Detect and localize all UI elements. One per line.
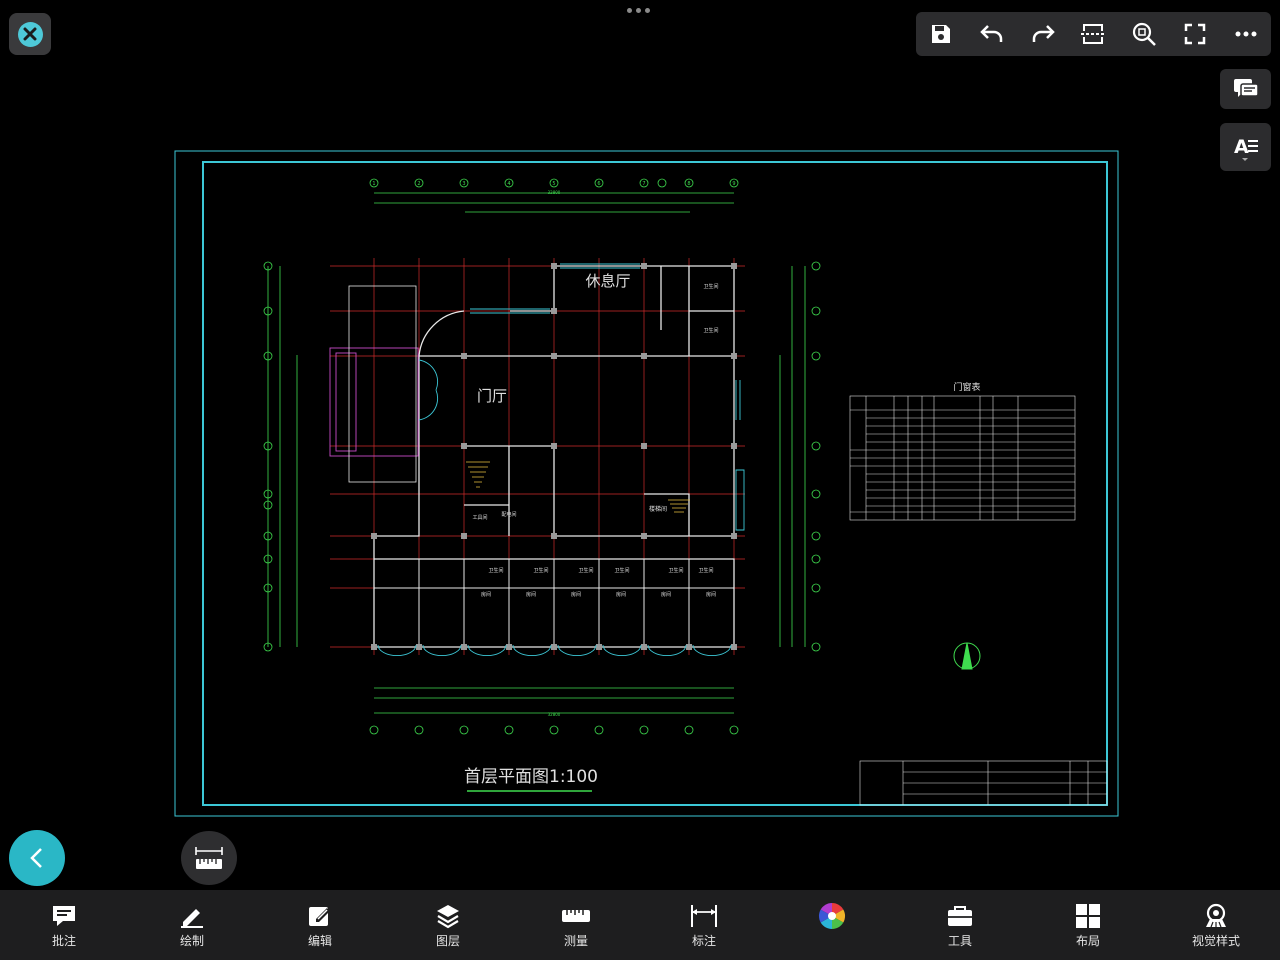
draw-button[interactable]: 绘制: [128, 890, 256, 960]
annotate-icon: [51, 902, 77, 930]
title-block: [859, 760, 1108, 806]
cad-drawing-canvas[interactable]: 1 2 3 4 5 6 7 8 9 32800 32800 休息厅 门厅 卫生间 卫生间 楼…: [0, 0, 1280, 960]
toolbox-icon: [946, 902, 974, 930]
svg-text:楼梯间: 楼梯间: [649, 505, 667, 513]
svg-text:房间: 房间: [481, 591, 491, 598]
svg-text:卫生间: 卫生间: [488, 567, 503, 574]
svg-text:1: 1: [372, 181, 375, 187]
svg-text:6: 6: [597, 181, 600, 187]
svg-text:工具间: 工具间: [472, 514, 487, 521]
svg-text:8: 8: [687, 181, 690, 187]
measure-icon: [561, 902, 591, 930]
door-window-table: [849, 395, 1076, 521]
svg-text:卫生间: 卫生间: [703, 283, 718, 290]
layers-icon: [435, 902, 461, 930]
svg-text:卫生间: 卫生间: [703, 327, 718, 334]
svg-text:房间: 房间: [526, 591, 536, 598]
room-label-lobby: 门厅: [477, 387, 507, 405]
dimension-button[interactable]: 标注: [640, 890, 768, 960]
svg-text:7: 7: [642, 181, 645, 187]
svg-text:9: 9: [732, 181, 735, 187]
annotate-button[interactable]: 批注: [0, 890, 128, 960]
svg-text:4: 4: [507, 181, 510, 187]
svg-text:3: 3: [462, 181, 465, 187]
svg-text:房间: 房间: [616, 591, 626, 598]
door-window-table-title: 门窗表: [953, 381, 980, 393]
visual-style-icon: [1202, 902, 1230, 930]
north-arrow-icon: [953, 642, 981, 670]
svg-text:卫生间: 卫生间: [533, 567, 548, 574]
visual-style-button[interactable]: 视觉样式: [1152, 890, 1280, 960]
dimension-icon: [689, 902, 719, 930]
back-button[interactable]: [9, 830, 65, 886]
measure-button[interactable]: 测量: [512, 890, 640, 960]
tools-button[interactable]: 工具: [896, 890, 1024, 960]
color-wheel-icon: [818, 902, 846, 930]
chevron-left-icon: [30, 848, 42, 868]
draw-icon: [179, 902, 205, 930]
ruler-icon: [195, 847, 223, 869]
svg-text:房间: 房间: [661, 591, 671, 598]
svg-text:卫生间: 卫生间: [614, 567, 629, 574]
edit-button[interactable]: 编辑: [256, 890, 384, 960]
svg-text:配电间: 配电间: [501, 511, 516, 518]
drawing-title: 首层平面图1:100: [464, 767, 598, 787]
quick-measure-button[interactable]: [181, 831, 237, 885]
svg-text:卫生间: 卫生间: [668, 567, 683, 574]
svg-text:32800: 32800: [548, 190, 561, 195]
layout-icon: [1075, 902, 1101, 930]
svg-text:32800: 32800: [548, 712, 561, 717]
svg-text:卫生间: 卫生间: [698, 567, 713, 574]
svg-text:房间: 房间: [571, 591, 581, 598]
color-button[interactable]: [768, 890, 896, 960]
room-label-lounge: 休息厅: [585, 272, 630, 290]
edit-icon: [307, 902, 333, 930]
svg-text:5: 5: [552, 181, 555, 187]
svg-text:2: 2: [417, 181, 420, 187]
layout-button[interactable]: 布局: [1024, 890, 1152, 960]
svg-text:房间: 房间: [706, 591, 716, 598]
svg-text:卫生间: 卫生间: [578, 567, 593, 574]
bottom-toolbar: 批注 绘制 编辑 图层 测量 标注 工具 布局 视觉样式: [0, 890, 1280, 960]
layers-button[interactable]: 图层: [384, 890, 512, 960]
